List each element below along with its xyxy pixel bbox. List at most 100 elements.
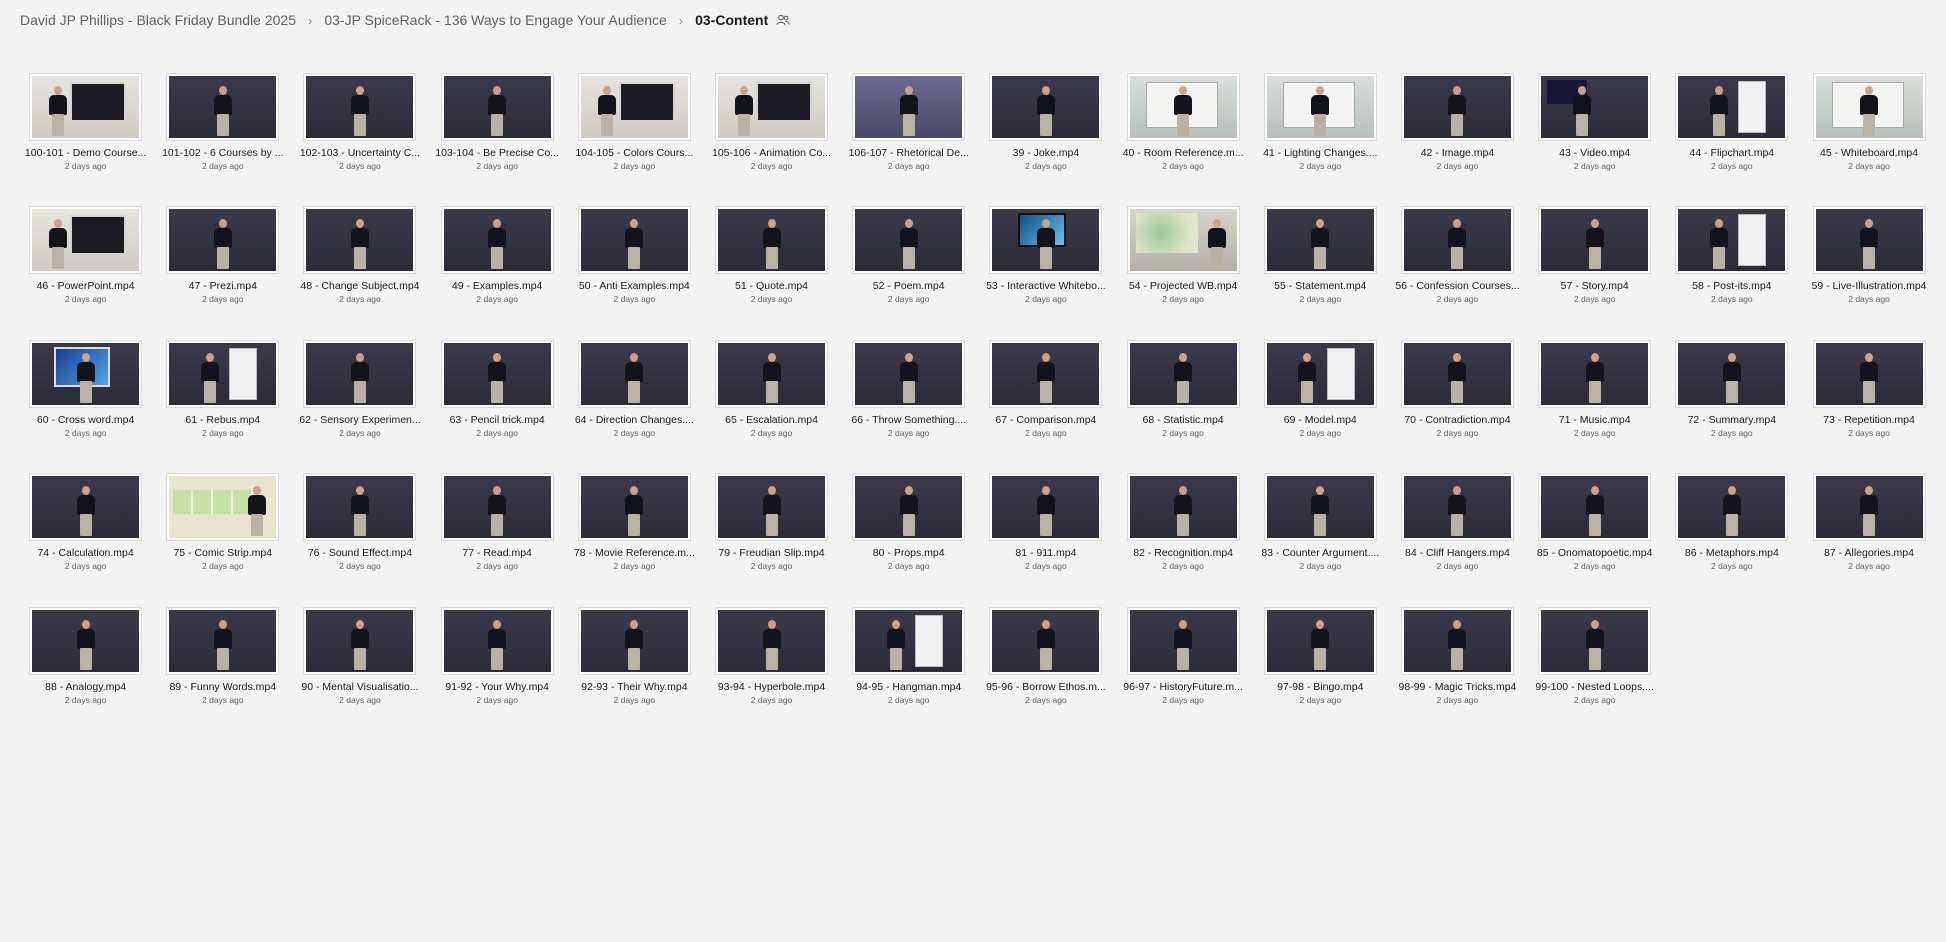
- file-tile[interactable]: 80 - Props.mp4 2 days ago: [840, 474, 977, 607]
- file-tile[interactable]: 106-107 - Rhetorical De... 2 days ago: [840, 74, 977, 207]
- file-tile[interactable]: 76 - Sound Effect.mp4 2 days ago: [291, 474, 428, 607]
- video-thumbnail[interactable]: [1264, 607, 1376, 674]
- file-tile[interactable]: 48 - Change Subject.mp4 2 days ago: [291, 207, 428, 340]
- file-tile[interactable]: 95-96 - Borrow Ethos.m... 2 days ago: [977, 607, 1114, 741]
- file-tile[interactable]: 89 - Funny Words.mp4 2 days ago: [154, 607, 291, 741]
- video-thumbnail[interactable]: [716, 207, 828, 274]
- video-thumbnail[interactable]: [578, 607, 690, 674]
- video-thumbnail[interactable]: [167, 607, 279, 674]
- file-tile[interactable]: 103-104 - Be Precise Co... 2 days ago: [429, 74, 566, 207]
- video-thumbnail[interactable]: [853, 340, 965, 407]
- video-thumbnail[interactable]: [578, 340, 690, 407]
- file-tile[interactable]: 66 - Throw Something.... 2 days ago: [840, 340, 977, 474]
- video-thumbnail[interactable]: [441, 207, 553, 274]
- video-thumbnail[interactable]: [1127, 340, 1239, 407]
- video-thumbnail[interactable]: [167, 74, 279, 140]
- video-thumbnail[interactable]: [304, 74, 416, 140]
- file-tile[interactable]: 83 - Counter Argument.... 2 days ago: [1252, 474, 1389, 607]
- video-thumbnail[interactable]: [1813, 74, 1925, 140]
- video-thumbnail[interactable]: [1264, 340, 1376, 407]
- file-tile[interactable]: 46 - PowerPoint.mp4 2 days ago: [17, 207, 154, 340]
- file-tile[interactable]: 81 - 911.mp4 2 days ago: [977, 474, 1114, 607]
- file-tile[interactable]: 85 - Onomatopoetic.mp4 2 days ago: [1526, 474, 1663, 607]
- video-thumbnail[interactable]: [30, 340, 142, 407]
- video-thumbnail[interactable]: [853, 207, 965, 274]
- file-tile[interactable]: 43 - Video.mp4 2 days ago: [1526, 74, 1663, 207]
- file-tile[interactable]: 100-101 - Demo Course... 2 days ago: [17, 74, 154, 207]
- video-thumbnail[interactable]: [1401, 74, 1513, 140]
- file-tile[interactable]: 94-95 - Hangman.mp4 2 days ago: [840, 607, 977, 741]
- video-thumbnail[interactable]: [441, 74, 553, 140]
- video-thumbnail[interactable]: [1676, 474, 1788, 541]
- video-thumbnail[interactable]: [1813, 340, 1925, 407]
- video-thumbnail[interactable]: [990, 474, 1102, 541]
- video-thumbnail[interactable]: [990, 607, 1102, 674]
- video-thumbnail[interactable]: [1539, 207, 1651, 274]
- video-thumbnail[interactable]: [1539, 607, 1651, 674]
- video-thumbnail[interactable]: [1264, 474, 1376, 541]
- video-thumbnail[interactable]: [853, 474, 965, 541]
- file-tile[interactable]: 98-99 - Magic Tricks.mp4 2 days ago: [1389, 607, 1526, 741]
- video-thumbnail[interactable]: [1127, 74, 1239, 140]
- file-tile[interactable]: 73 - Repetition.mp4 2 days ago: [1800, 340, 1937, 474]
- file-tile[interactable]: 93-94 - Hyperbole.mp4 2 days ago: [703, 607, 840, 741]
- breadcrumb-item-bundle[interactable]: David JP Phillips - Black Friday Bundle …: [18, 12, 298, 28]
- file-tile[interactable]: 47 - Prezi.mp4 2 days ago: [154, 207, 291, 340]
- video-thumbnail[interactable]: [167, 207, 279, 274]
- video-thumbnail[interactable]: [30, 474, 142, 541]
- file-tile[interactable]: 49 - Examples.mp4 2 days ago: [429, 207, 566, 340]
- video-thumbnail[interactable]: [1401, 607, 1513, 674]
- file-tile[interactable]: 54 - Projected WB.mp4 2 days ago: [1115, 207, 1252, 340]
- file-tile[interactable]: 45 - Whiteboard.mp4 2 days ago: [1800, 74, 1937, 207]
- file-tile[interactable]: 102-103 - Uncertainty C... 2 days ago: [291, 74, 428, 207]
- file-tile[interactable]: 71 - Music.mp4 2 days ago: [1526, 340, 1663, 474]
- file-tile[interactable]: 105-106 - Animation Co... 2 days ago: [703, 74, 840, 207]
- file-tile[interactable]: 75 - Comic Strip.mp4 2 days ago: [154, 474, 291, 607]
- file-tile[interactable]: 53 - Interactive Whitebo... 2 days ago: [977, 207, 1114, 340]
- file-tile[interactable]: 65 - Escalation.mp4 2 days ago: [703, 340, 840, 474]
- video-thumbnail[interactable]: [30, 207, 142, 274]
- video-thumbnail[interactable]: [30, 607, 142, 674]
- file-tile[interactable]: 69 - Model.mp4 2 days ago: [1252, 340, 1389, 474]
- video-thumbnail[interactable]: [990, 340, 1102, 407]
- file-tile[interactable]: 79 - Freudian Slip.mp4 2 days ago: [703, 474, 840, 607]
- video-thumbnail[interactable]: [1264, 207, 1376, 274]
- file-tile[interactable]: 99-100 - Nested Loops.... 2 days ago: [1526, 607, 1663, 741]
- video-thumbnail[interactable]: [304, 340, 416, 407]
- video-thumbnail[interactable]: [716, 340, 828, 407]
- file-tile[interactable]: 50 - Anti Examples.mp4 2 days ago: [566, 207, 703, 340]
- file-tile[interactable]: 88 - Analogy.mp4 2 days ago: [17, 607, 154, 741]
- video-thumbnail[interactable]: [1264, 74, 1376, 140]
- file-tile[interactable]: 57 - Story.mp4 2 days ago: [1526, 207, 1663, 340]
- file-tile[interactable]: 78 - Movie Reference.m... 2 days ago: [566, 474, 703, 607]
- file-tile[interactable]: 84 - Cliff Hangers.mp4 2 days ago: [1389, 474, 1526, 607]
- breadcrumb-item-spicerack[interactable]: 03-JP SpiceRack - 136 Ways to Engage You…: [322, 12, 668, 28]
- file-tile[interactable]: 52 - Poem.mp4 2 days ago: [840, 207, 977, 340]
- video-thumbnail[interactable]: [1813, 474, 1925, 541]
- file-tile[interactable]: 62 - Sensory Experimen... 2 days ago: [291, 340, 428, 474]
- video-thumbnail[interactable]: [1127, 474, 1239, 541]
- video-thumbnail[interactable]: [304, 207, 416, 274]
- file-tile[interactable]: 60 - Cross word.mp4 2 days ago: [17, 340, 154, 474]
- file-tile[interactable]: 40 - Room Reference.m... 2 days ago: [1115, 74, 1252, 207]
- file-tile[interactable]: 91-92 - Your Why.mp4 2 days ago: [429, 607, 566, 741]
- file-tile[interactable]: 42 - Image.mp4 2 days ago: [1389, 74, 1526, 207]
- video-thumbnail[interactable]: [990, 207, 1102, 274]
- file-tile[interactable]: 51 - Quote.mp4 2 days ago: [703, 207, 840, 340]
- video-thumbnail[interactable]: [304, 474, 416, 541]
- file-tile[interactable]: 97-98 - Bingo.mp4 2 days ago: [1252, 607, 1389, 741]
- video-thumbnail[interactable]: [1676, 340, 1788, 407]
- file-tile[interactable]: 82 - Recognition.mp4 2 days ago: [1115, 474, 1252, 607]
- video-thumbnail[interactable]: [578, 474, 690, 541]
- video-thumbnail[interactable]: [1813, 207, 1925, 274]
- file-tile[interactable]: 41 - Lighting Changes.... 2 days ago: [1252, 74, 1389, 207]
- file-tile[interactable]: 56 - Confession Courses... 2 days ago: [1389, 207, 1526, 340]
- video-thumbnail[interactable]: [1401, 474, 1513, 541]
- video-thumbnail[interactable]: [1539, 74, 1651, 140]
- video-thumbnail[interactable]: [853, 607, 965, 674]
- video-thumbnail[interactable]: [1127, 607, 1239, 674]
- video-thumbnail[interactable]: [441, 340, 553, 407]
- file-tile[interactable]: 92-93 - Their Why.mp4 2 days ago: [566, 607, 703, 741]
- file-tile[interactable]: 72 - Summary.mp4 2 days ago: [1663, 340, 1800, 474]
- file-tile[interactable]: 101-102 - 6 Courses by ... 2 days ago: [154, 74, 291, 207]
